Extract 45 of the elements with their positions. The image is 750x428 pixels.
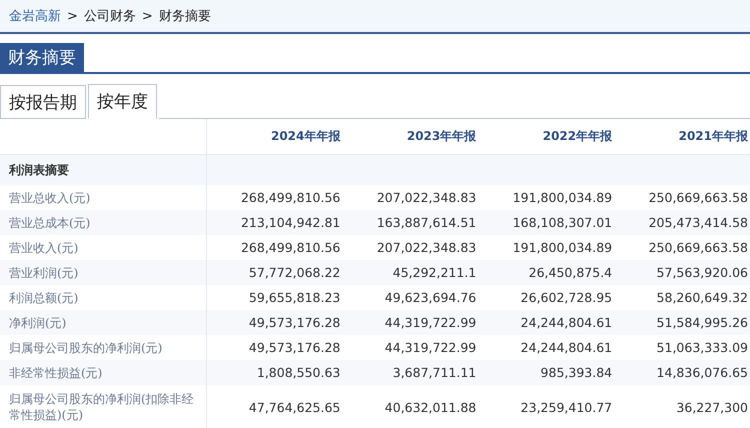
table-cell: 3,687,711.11 xyxy=(342,360,478,385)
table-cell: 26,450,875.4 xyxy=(478,260,614,285)
breadcrumb-separator: > xyxy=(67,8,78,24)
breadcrumb-link[interactable]: 金岩高新 xyxy=(9,7,61,25)
table-cell: 51,063,333.09 xyxy=(614,335,750,360)
table-cell: 58,260,649.32 xyxy=(614,285,750,310)
table-cell: 213,104,942.81 xyxy=(206,210,342,235)
table-cell: 205,473,414.58 xyxy=(614,210,750,235)
tab[interactable]: 按报告期 xyxy=(0,85,86,119)
table-cell: 49,623,694.76 xyxy=(342,285,478,310)
breadcrumb-item: 公司财务 xyxy=(84,8,136,25)
table-cell: 49,573,176.28 xyxy=(206,310,342,335)
table-cell: 26,602,728.95 xyxy=(478,285,614,310)
table-cell: 24,244,804.61 xyxy=(478,335,614,360)
table-cell: 44,319,722.99 xyxy=(342,310,478,335)
table-cell: 191,800,034.89 xyxy=(478,235,614,260)
table-cell: 268,499,810.56 xyxy=(206,235,342,260)
table-cell: 268,499,810.56 xyxy=(206,185,342,210)
table-cell: 207,022,348.83 xyxy=(342,185,478,210)
table-cell: 40,632,011.88 xyxy=(342,385,478,428)
table-cell: 23,259,410.77 xyxy=(478,385,614,428)
table-cell: 59,655,818.23 xyxy=(206,285,342,310)
table-cell: 250,669,663.58 xyxy=(614,235,750,260)
table-cell: 1,808,550.63 xyxy=(206,360,342,385)
table-cell: 14,836,076.65 xyxy=(614,360,750,385)
table-cell: 250,669,663.58 xyxy=(614,185,750,210)
breadcrumb-separator: > xyxy=(142,8,153,24)
table-cell: 36,227,300 xyxy=(614,385,750,428)
table-cell: 57,772,068.22 xyxy=(206,260,342,285)
table-cell: 207,022,348.83 xyxy=(342,235,478,260)
table-cell: 985,393.84 xyxy=(478,360,614,385)
table-cell: 44,319,722.99 xyxy=(342,335,478,360)
table-cell: 45,292,211.1 xyxy=(342,260,478,285)
table-cell: 163,887,614.51 xyxy=(342,210,478,235)
section-title: 财务摘要 xyxy=(0,43,84,72)
table-cell: 57,563,920.06 xyxy=(614,260,750,285)
table-cell: 49,573,176.28 xyxy=(206,335,342,360)
row-label: 归属母公司股东的净利润(扣除非经常性损益)(元) xyxy=(0,385,206,428)
breadcrumb-item: 财务摘要 xyxy=(158,8,211,25)
tab[interactable]: 按年度 xyxy=(88,84,157,119)
table-cell: 168,108,307.01 xyxy=(478,210,614,235)
table-cell: 47,764,625.65 xyxy=(206,385,342,428)
table-cell: 51,584,995.26 xyxy=(614,310,750,335)
table-cell: 24,244,804.61 xyxy=(478,310,614,335)
table-cell: 191,800,034.89 xyxy=(478,185,614,210)
